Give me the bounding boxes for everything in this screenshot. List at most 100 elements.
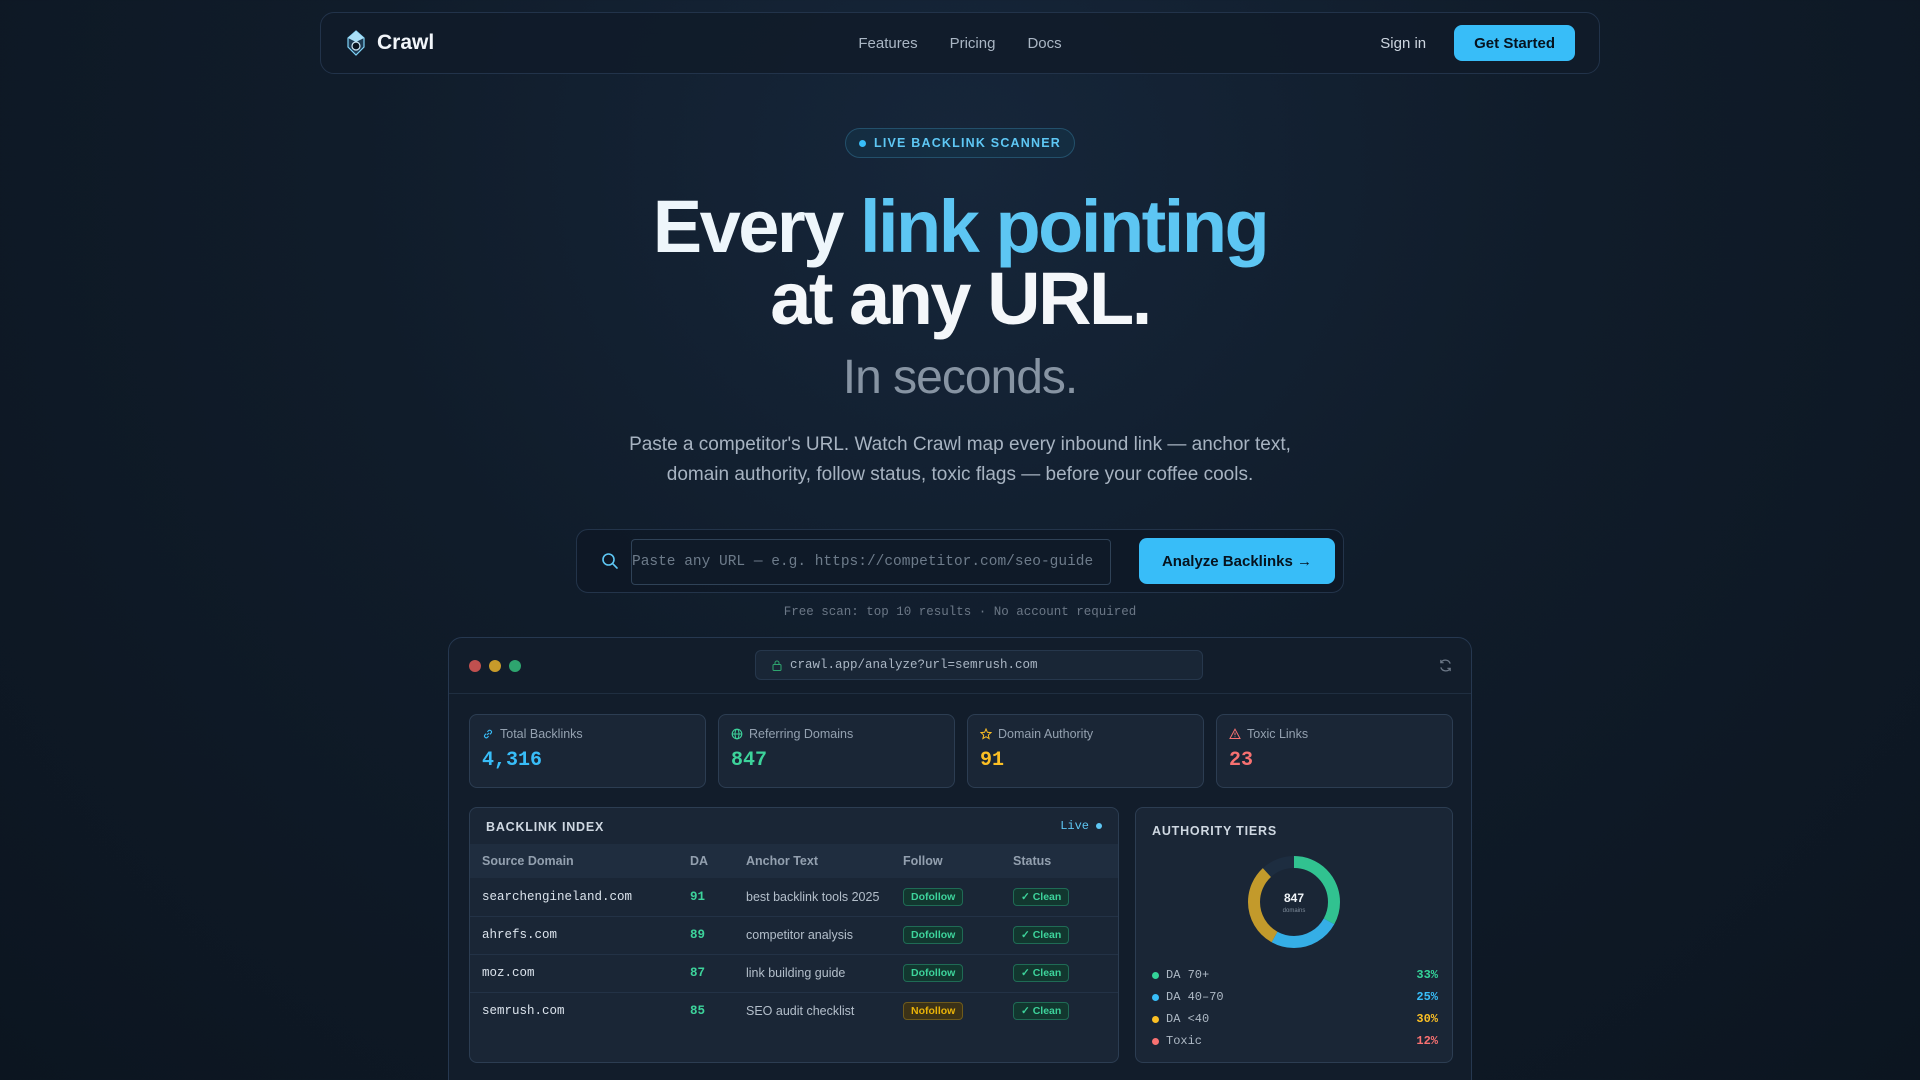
- source-domain: semrush.com: [482, 1004, 565, 1019]
- nav-actions: Sign in Get Started: [1380, 25, 1575, 61]
- stat-card-toxic-links: Toxic Links 23: [1216, 714, 1453, 788]
- column-header[interactable]: Status: [1001, 844, 1118, 878]
- legend-label: DA <40: [1166, 1012, 1210, 1026]
- stat-value: 4,316: [482, 749, 543, 772]
- stat-label: Referring Domains: [731, 727, 853, 741]
- status-cell: ✓ Clean: [1001, 916, 1118, 954]
- maximize-window-dot[interactable]: [509, 660, 521, 672]
- url-search-bar: Analyze Backlinks →: [576, 529, 1344, 593]
- stat-label-text: Domain Authority: [998, 727, 1094, 741]
- legend-dot: [1152, 971, 1159, 979]
- follow-badge: Nofollow: [903, 1002, 964, 1021]
- authority-tiers-panel: AUTHORITY TIERS 847 domains DA 70+ 33% D…: [1135, 807, 1453, 1063]
- table-header-row: Source Domain DA Anchor Text Follow Stat…: [470, 844, 1118, 878]
- status-badge: ✓ Clean: [1013, 1002, 1070, 1021]
- column-header[interactable]: Anchor Text: [734, 844, 891, 878]
- brand-name: Crawl: [377, 31, 435, 54]
- legend-row: DA 40–70 25%: [1152, 986, 1438, 1008]
- crawl-logo-icon: [347, 30, 365, 56]
- hero-title-accent: link pointing: [859, 185, 1270, 268]
- legend-percent: 25%: [1416, 990, 1438, 1004]
- panel-title: BACKLINK INDEX: [486, 820, 605, 834]
- legend-label: DA 40–70: [1166, 990, 1224, 1004]
- follow-cell: Dofollow: [891, 954, 1001, 992]
- table-row[interactable]: semrush.com 85 SEO audit checklist Nofol…: [470, 992, 1118, 1030]
- stat-card-domain-authority: Domain Authority 91: [967, 714, 1204, 788]
- table-row[interactable]: searchengineland.com 91 best backlink to…: [470, 878, 1118, 916]
- legend-dot: [1152, 1015, 1159, 1023]
- legend-percent: 30%: [1416, 1012, 1438, 1026]
- tier-legend: DA 70+ 33% DA 40–70 25% DA <40 30% Toxic…: [1152, 964, 1438, 1052]
- table-row[interactable]: moz.com 87 link building guide Dofollow …: [470, 954, 1118, 992]
- stat-label-text: Total Backlinks: [500, 727, 583, 741]
- legend-label: Toxic: [1166, 1034, 1203, 1048]
- follow-cell: Dofollow: [891, 878, 1001, 916]
- address-bar[interactable]: crawl.app/analyze?url=semrush.com: [755, 650, 1203, 680]
- source-domain: searchengineland.com: [482, 889, 633, 904]
- live-indicator: Live: [1060, 819, 1102, 833]
- description-line: Paste a competitor's URL. Watch Crawl ma…: [629, 434, 1291, 455]
- nav-links: Features Pricing Docs: [858, 35, 1061, 52]
- legend-dot: [1152, 1037, 1159, 1045]
- url-input[interactable]: [631, 539, 1111, 585]
- column-header[interactable]: Follow: [891, 844, 1001, 878]
- stat-value: 91: [980, 749, 1005, 772]
- refresh-icon[interactable]: [1438, 658, 1453, 673]
- stat-card-referring-domains: Referring Domains 847: [718, 714, 955, 788]
- brand[interactable]: Crawl: [345, 30, 434, 56]
- follow-badge: Dofollow: [903, 887, 964, 906]
- table-row[interactable]: ahrefs.com 89 competitor analysis Dofoll…: [470, 916, 1118, 954]
- live-label: Live: [1060, 819, 1089, 833]
- globe-icon: [731, 728, 743, 740]
- search-icon: [602, 553, 618, 569]
- analyze-backlinks-button[interactable]: Analyze Backlinks →: [1139, 538, 1335, 584]
- nav-link-pricing[interactable]: Pricing: [950, 35, 996, 52]
- anchor-text: SEO audit checklist: [746, 1004, 855, 1019]
- hero-subtitle: In seconds.: [842, 351, 1078, 404]
- follow-badge: Dofollow: [903, 926, 964, 944]
- stat-label-text: Referring Domains: [749, 727, 854, 741]
- stat-value: 847: [731, 749, 768, 772]
- hero-title-line-1: Every link pointing: [0, 190, 1920, 264]
- column-header[interactable]: DA: [678, 844, 734, 878]
- status-badge: ✓ Clean: [1013, 964, 1070, 982]
- live-scanner-badge: LIVE BACKLINK SCANNER: [845, 128, 1075, 158]
- window-titlebar: crawl.app/analyze?url=semrush.com: [449, 638, 1471, 694]
- domain-authority: 91: [690, 889, 706, 904]
- follow-cell: Nofollow: [891, 992, 1001, 1030]
- donut-center-label: domains: [1283, 908, 1306, 914]
- column-header[interactable]: Source Domain: [470, 844, 678, 878]
- stat-card-total-backlinks: Total Backlinks 4,316: [469, 714, 706, 788]
- free-scan-note: Free scan: top 10 results · No account r…: [783, 605, 1137, 619]
- minimize-window-dot[interactable]: [489, 660, 501, 672]
- legend-dot: [1152, 993, 1159, 1001]
- nav-link-features[interactable]: Features: [858, 35, 917, 52]
- stat-label: Total Backlinks: [482, 727, 583, 741]
- status-badge: ✓ Clean: [1013, 887, 1070, 906]
- star-icon: [980, 728, 992, 740]
- hero-title-word: Every: [652, 185, 845, 268]
- hero-title-line-2: at any URL.: [770, 257, 1152, 340]
- link-icon: [483, 729, 493, 739]
- description-line: domain authority, follow status, toxic f…: [666, 464, 1254, 485]
- nav-link-docs[interactable]: Docs: [1027, 35, 1061, 52]
- top-navbar: Crawl Features Pricing Docs Sign in Get …: [320, 12, 1600, 74]
- stat-label: Toxic Links: [1229, 727, 1308, 741]
- anchor-text: link building guide: [746, 966, 846, 980]
- authority-donut-chart: 847 domains: [1248, 856, 1340, 948]
- stat-value: 23: [1229, 749, 1254, 772]
- address-url: crawl.app/analyze?url=semrush.com: [790, 658, 1038, 672]
- source-domain: moz.com: [482, 966, 535, 980]
- app-preview-window: crawl.app/analyze?url=semrush.com Total …: [448, 637, 1472, 1080]
- status-cell: ✓ Clean: [1001, 954, 1118, 992]
- domain-authority: 85: [690, 1004, 706, 1019]
- status-badge: ✓ Clean: [1013, 926, 1070, 944]
- stat-label-text: Toxic Links: [1247, 727, 1309, 741]
- status-dot: [858, 139, 866, 147]
- sign-in-link[interactable]: Sign in: [1380, 35, 1426, 52]
- get-started-button[interactable]: Get Started: [1454, 25, 1575, 61]
- follow-cell: Dofollow: [891, 916, 1001, 954]
- legend-percent: 12%: [1416, 1034, 1438, 1048]
- close-window-dot[interactable]: [469, 660, 481, 672]
- live-dot: [1096, 823, 1102, 829]
